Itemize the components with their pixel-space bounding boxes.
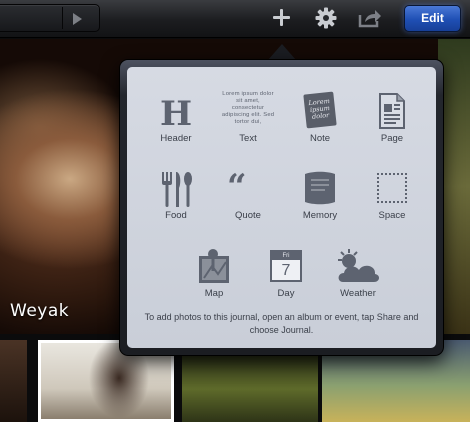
add-item-label: Quote (235, 210, 261, 221)
svg-text:H: H (160, 94, 192, 129)
add-page-item[interactable]: Page (357, 85, 427, 149)
calendar-day-name: Fri (272, 252, 300, 260)
add-day-item[interactable]: Fri 7 Day (251, 240, 321, 304)
share-icon[interactable] (357, 6, 383, 30)
add-memory-item[interactable]: Memory (285, 162, 355, 226)
calendar-date: 7 (281, 262, 291, 279)
add-map-item[interactable]: Map (179, 240, 249, 304)
add-item-label: Header (160, 133, 192, 144)
add-header-item[interactable]: H Header (141, 85, 211, 149)
add-item-label: Weather (340, 288, 376, 299)
gear-icon[interactable] (313, 6, 339, 30)
add-space-item[interactable]: Space (357, 162, 427, 226)
add-text-item[interactable]: Lorem ipsum dolor sit amet, consectetur … (213, 85, 283, 149)
note-sample: Lorem ipsum dolor (308, 96, 331, 121)
journal-thumbnail[interactable] (0, 340, 27, 422)
photo-caption: Weyak (10, 301, 70, 321)
add-item-label: Food (165, 210, 187, 221)
map-icon (198, 248, 230, 289)
add-item-label: Memory (302, 210, 338, 221)
popover-hint-text: To add photos to this journal, open an a… (144, 312, 419, 335)
plus-icon[interactable] (268, 6, 294, 30)
add-food-item[interactable]: Food (141, 162, 211, 226)
header-icon: H (158, 93, 194, 134)
space-icon (377, 170, 407, 203)
play-icon[interactable] (73, 13, 82, 25)
food-icon (158, 170, 194, 213)
day-icon: Fri 7 (270, 248, 302, 282)
weather-icon (335, 248, 381, 291)
top-toolbar: Edit (0, 0, 470, 38)
text-sample: Lorem ipsum dolor sit amet, consectetur … (221, 91, 275, 125)
segmented-control[interactable] (0, 4, 100, 32)
page-icon (377, 93, 407, 134)
popover-arrow (268, 44, 296, 60)
text-icon: Lorem ipsum dolor sit amet, consectetur … (220, 91, 276, 126)
memory-icon (303, 170, 337, 211)
add-item-popover: H Header Lorem ipsum dolor sit amet, con… (119, 59, 444, 356)
add-item-label: Space (378, 210, 406, 221)
svg-text:„: „ (248, 185, 268, 206)
quote-icon: “ „ (226, 167, 270, 225)
note-icon: Lorem ipsum dolor (303, 91, 337, 129)
popover-content: H Header Lorem ipsum dolor sit amet, con… (127, 67, 436, 348)
add-item-label: Map (204, 288, 224, 299)
edit-button[interactable]: Edit (404, 5, 461, 32)
add-note-item[interactable]: Lorem ipsum dolor Note (285, 85, 355, 149)
add-item-label: Day (277, 288, 295, 299)
add-item-label: Note (309, 133, 331, 144)
add-item-label: Page (380, 133, 404, 144)
add-weather-item[interactable]: Weather (323, 240, 393, 304)
add-item-label: Text (239, 133, 257, 144)
add-quote-item[interactable]: “ „ Quote (213, 162, 283, 226)
svg-text:“: “ (227, 168, 247, 206)
